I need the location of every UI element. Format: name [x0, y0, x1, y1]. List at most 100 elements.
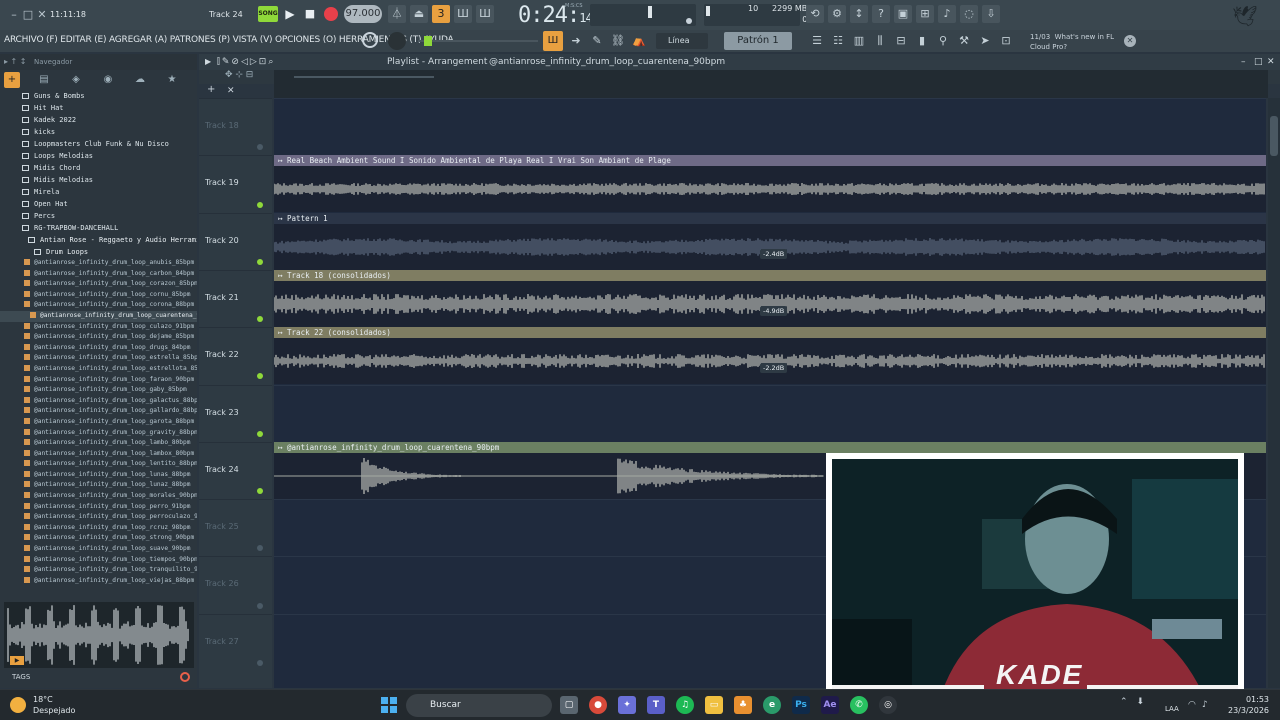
browser-files-icon[interactable]: ▤ — [36, 72, 52, 88]
browser-file-item[interactable]: @antianrose_infinity_drum_loop_estrella_… — [0, 353, 197, 364]
pencil-icon[interactable]: ✎ — [588, 32, 606, 50]
undo-icon[interactable]: ⟲ — [806, 5, 824, 23]
track-header[interactable]: Track 27 — [199, 613, 272, 671]
chrome-icon[interactable]: ● — [589, 696, 607, 714]
track-mute-led[interactable] — [257, 316, 263, 323]
track-header[interactable]: Track 21 — [199, 269, 272, 327]
plugin-icon[interactable]: ↕ — [850, 5, 868, 23]
loop-record-icon[interactable]: Ш — [476, 5, 494, 23]
track-header[interactable]: Track 23 — [199, 384, 272, 442]
track-mute-led[interactable] — [257, 602, 263, 609]
weather-description[interactable]: Despejado — [33, 706, 75, 715]
arrow-icon[interactable]: ▶ — [205, 54, 211, 70]
browser-file-item[interactable]: @antianrose_infinity_drum_loop_garota_88… — [0, 417, 197, 428]
start-button[interactable] — [381, 697, 397, 713]
browser-file-item[interactable]: @antianrose_infinity_drum_loop_lentito_8… — [0, 459, 197, 470]
browser-file-item[interactable]: @antianrose_infinity_drum_loop_gravity_8… — [0, 428, 197, 439]
piano-roll-icon[interactable]: ☷ — [829, 32, 847, 50]
browser-file-item[interactable]: @antianrose_infinity_drum_loop_lunas_88b… — [0, 470, 197, 481]
browser-file-item[interactable]: @antianrose_infinity_drum_loop_rcruz_98b… — [0, 523, 197, 534]
timeline-ruler[interactable] — [274, 70, 1268, 98]
tag-search-icon[interactable] — [180, 672, 190, 682]
clip-title-bar[interactable]: ↦ Pattern 1 — [274, 212, 1266, 224]
mixer-icon[interactable]: ⚙ — [828, 5, 846, 23]
track-mute-led[interactable] — [257, 430, 263, 437]
browser-file-item[interactable]: @antianrose_infinity_drum_loop_drugs_84b… — [0, 343, 197, 354]
audio-clip[interactable]: ↦ Real Beach Ambient Sound I Sonido Ambi… — [274, 155, 1266, 213]
master-pitch-slider[interactable] — [418, 40, 538, 42]
browser-folder[interactable]: Midis Melodias — [0, 174, 197, 186]
copilot-icon[interactable]: ✦ — [618, 696, 636, 714]
browser-file-item[interactable]: @antianrose_infinity_drum_loop_galactus_… — [0, 396, 197, 407]
playlist-icon[interactable]: ☰ — [808, 32, 826, 50]
task-view-icon[interactable]: ▢ — [560, 696, 578, 714]
slider-thumb[interactable] — [424, 36, 432, 46]
browser-folder[interactable]: kicks — [0, 126, 197, 138]
pitch-knob[interactable] — [362, 32, 378, 48]
browser-file-item[interactable]: @antianrose_infinity_drum_loop_tiempos_9… — [0, 555, 197, 566]
news-close-icon[interactable]: ✕ — [1124, 35, 1136, 47]
song-mode-toggle[interactable]: SONG — [258, 6, 278, 22]
browser-star-icon[interactable]: ★ — [164, 72, 180, 88]
download-icon[interactable]: ⇩ — [982, 5, 1000, 23]
browser-file-item[interactable]: @antianrose_infinity_drum_loop_lambo_80b… — [0, 438, 197, 449]
clip-title-bar[interactable]: ↦ @antianrose_infinity_drum_loop_cuarent… — [274, 441, 1266, 453]
wait-icon[interactable]: ⏏ — [410, 5, 428, 23]
tools-icon[interactable]: ⚒ — [955, 32, 973, 50]
weather-icon[interactable] — [10, 697, 26, 713]
browser-file-item[interactable]: @antianrose_infinity_drum_loop_strong_90… — [0, 533, 197, 544]
scrollbar-thumb[interactable] — [1270, 116, 1278, 156]
whatsapp-icon[interactable]: ✆ — [850, 696, 868, 714]
browser-folder[interactable]: Loops Melodias — [0, 150, 197, 162]
audio-clip[interactable]: ↦ Track 18 (consolidados) -4.9dB — [274, 269, 1266, 327]
arrow-right-icon[interactable]: ➜ — [567, 32, 585, 50]
zoom-icon[interactable]: ✥ ⊹ ⊟ — [225, 70, 253, 80]
browser-file-item[interactable]: @antianrose_infinity_drum_loop_corazon_8… — [0, 279, 197, 290]
spotify-icon[interactable]: ♫ — [676, 696, 694, 714]
system-clock[interactable]: 01:53 23/3/2026 — [1228, 694, 1269, 716]
browser-file-item[interactable]: @antianrose_infinity_drum_loop_lunaz_88b… — [0, 480, 197, 491]
browser-icon[interactable]: ⊟ — [892, 32, 910, 50]
browser-folder[interactable]: RG-TRAPBOW-DANCEHALL — [0, 222, 197, 234]
browser-file-item[interactable]: @antianrose_infinity_drum_loop_dejame_85… — [0, 332, 197, 343]
record-button[interactable] — [324, 7, 338, 21]
browser-file-item[interactable]: @antianrose_infinity_drum_loop_suave_90b… — [0, 544, 197, 555]
step-icon[interactable]: Ш — [454, 5, 472, 23]
track-mute-led[interactable] — [257, 258, 263, 265]
track-mute-led[interactable] — [257, 545, 263, 552]
browser-file-item[interactable]: @antianrose_infinity_drum_loop_corona_88… — [0, 300, 197, 311]
browser-file-item[interactable]: @antianrose_infinity_drum_loop_lambox_80… — [0, 449, 197, 460]
browser-folder[interactable]: Hit Hat — [0, 102, 197, 114]
browser-file-item[interactable]: @antianrose_infinity_drum_loop_anubis_85… — [0, 258, 197, 269]
browser-subfolder[interactable]: Antian Rose - Reggaeto y Audio Herramien… — [0, 234, 197, 246]
save-icon[interactable]: ▣ — [894, 5, 912, 23]
plug-icon[interactable]: ⚲ — [934, 32, 952, 50]
stamp-icon[interactable]: ⛺ — [630, 32, 648, 50]
snap-selector[interactable]: Línea — [656, 33, 708, 49]
meter-knob[interactable] — [686, 18, 692, 24]
link-icon[interactable]: ⛓ — [609, 32, 627, 50]
track-lane[interactable] — [274, 98, 1266, 155]
cart-icon[interactable]: ⊡ — [997, 32, 1015, 50]
browser-folder[interactable]: Open Hat — [0, 198, 197, 210]
obs-icon[interactable]: ◎ — [879, 696, 897, 714]
track-header[interactable]: Track 24 — [199, 441, 272, 499]
master-volume-knob[interactable] — [388, 32, 406, 50]
playlist-minimize-icon[interactable]: – — [1241, 54, 1246, 70]
sample-preview-waveform[interactable]: ▶ — [4, 602, 194, 668]
close-icon[interactable]: ✕ — [32, 4, 52, 24]
explorer-icon[interactable]: ▭ — [705, 696, 723, 714]
browser-file-item[interactable]: @antianrose_infinity_drum_loop_carbon_84… — [0, 269, 197, 280]
browser-db-icon[interactable]: ◉ — [100, 72, 116, 88]
countdown-icon[interactable]: 3 — [432, 5, 450, 23]
wifi-icon[interactable]: ◠ — [1188, 700, 1196, 710]
clip-title-bar[interactable]: ↦ Track 22 (consolidados) — [274, 327, 1266, 339]
track-lane[interactable] — [274, 384, 1266, 442]
language-indicator[interactable]: LAA — [1165, 705, 1179, 713]
browser-file-item[interactable]: @antianrose_infinity_drum_loop_morales_9… — [0, 491, 197, 502]
track-header[interactable]: Track 22 — [199, 327, 272, 384]
playlist-snap-button[interactable]: Ш — [543, 31, 563, 51]
track-mute-led[interactable] — [257, 373, 263, 380]
track-header[interactable]: Track 26 — [199, 556, 272, 613]
browser-file-item[interactable]: @antianrose_infinity_drum_loop_perrocula… — [0, 512, 197, 523]
